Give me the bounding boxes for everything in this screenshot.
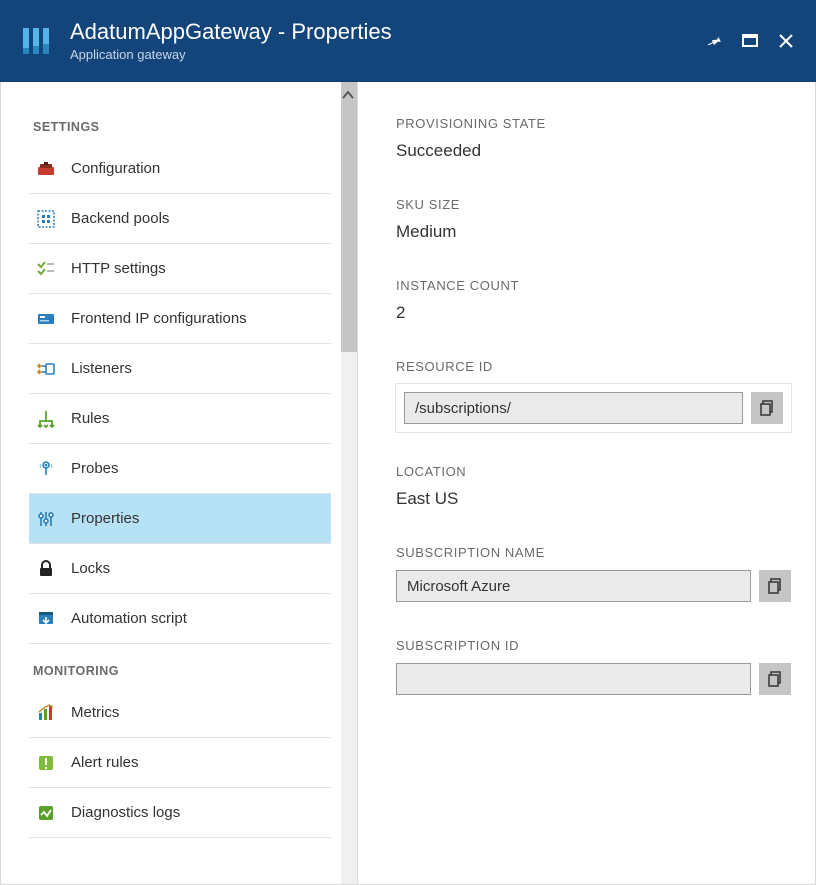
copy-resource-id-button[interactable] <box>751 392 783 424</box>
location-value: East US <box>396 489 791 509</box>
blade-header: AdatumAppGateway - Properties Applicatio… <box>0 0 816 82</box>
alert-icon <box>35 752 57 774</box>
nav-item-backend-pools[interactable]: Backend pools <box>29 194 331 244</box>
pin-button[interactable] <box>696 23 732 59</box>
nav-item-label: Alert rules <box>71 754 139 771</box>
rules-icon <box>35 408 57 430</box>
nav-item-label: Automation script <box>71 610 187 627</box>
location-label: LOCATION <box>396 464 791 479</box>
nav-item-probes[interactable]: Probes <box>29 444 331 494</box>
properties-panel: PROVISIONING STATE Succeeded SKU SIZE Me… <box>358 82 815 884</box>
probe-icon <box>35 458 57 480</box>
nav-item-label: Locks <box>71 560 110 577</box>
monitoring-heading: MONITORING <box>33 664 331 678</box>
lock-icon <box>35 558 57 580</box>
subscription-id-label: SUBSCRIPTION ID <box>396 638 791 653</box>
copy-subscription-id-button[interactable] <box>759 663 791 695</box>
close-button[interactable] <box>768 23 804 59</box>
nav-item-label: Metrics <box>71 704 119 721</box>
listener-icon <box>35 358 57 380</box>
app-gateway-icon <box>18 22 56 60</box>
nav-item-locks[interactable]: Locks <box>29 544 331 594</box>
maximize-button[interactable] <box>732 23 768 59</box>
nav-item-label: Listeners <box>71 360 132 377</box>
nav-item-label: Properties <box>71 510 139 527</box>
nav-item-label: Probes <box>71 460 119 477</box>
instance-count-value: 2 <box>396 303 791 323</box>
copy-icon <box>767 671 783 687</box>
sidebar-scrollbar-thumb[interactable] <box>341 82 357 352</box>
toolbox-icon <box>35 158 57 180</box>
close-icon <box>778 33 794 49</box>
nav-item-http-settings[interactable]: HTTP settings <box>29 244 331 294</box>
checklist-icon <box>35 258 57 280</box>
nav-item-label: Configuration <box>71 160 160 177</box>
sku-size-label: SKU SIZE <box>396 197 791 212</box>
pin-icon <box>705 32 723 50</box>
nav-item-label: Rules <box>71 410 109 427</box>
sliders-icon <box>35 508 57 530</box>
nav-item-listeners[interactable]: Listeners <box>29 344 331 394</box>
subscription-id-field[interactable] <box>396 663 751 695</box>
maximize-icon <box>742 33 758 49</box>
sku-size-value: Medium <box>396 222 791 242</box>
nav-item-automation-script[interactable]: Automation script <box>29 594 331 644</box>
nav-item-frontend-ip[interactable]: Frontend IP configurations <box>29 294 331 344</box>
nav-item-label: HTTP settings <box>71 260 166 277</box>
provisioning-state-label: PROVISIONING STATE <box>396 116 791 131</box>
diagnostics-icon <box>35 802 57 824</box>
script-download-icon <box>35 608 57 630</box>
resource-id-field[interactable] <box>404 392 743 424</box>
resource-id-label: RESOURCE ID <box>396 359 791 374</box>
subscription-name-field[interactable] <box>396 570 751 602</box>
nav-item-properties[interactable]: Properties <box>29 494 331 544</box>
nav-item-label: Backend pools <box>71 210 169 227</box>
ip-card-icon <box>35 308 57 330</box>
nav-item-rules[interactable]: Rules <box>29 394 331 444</box>
instance-count-label: INSTANCE COUNT <box>396 278 791 293</box>
provisioning-state-value: Succeeded <box>396 141 791 161</box>
bar-chart-icon <box>35 702 57 724</box>
settings-sidebar: SETTINGS Configuration Backend pools HTTP … <box>1 82 358 884</box>
nav-item-label: Diagnostics logs <box>71 804 180 821</box>
sidebar-scroll-up-button[interactable] <box>341 88 355 107</box>
sidebar-scrollbar[interactable] <box>341 82 357 884</box>
nav-item-configuration[interactable]: Configuration <box>29 144 331 194</box>
nav-item-metrics[interactable]: Metrics <box>29 688 331 738</box>
blade-title: AdatumAppGateway - Properties <box>70 19 696 45</box>
nav-item-diagnostics-logs[interactable]: Diagnostics logs <box>29 788 331 838</box>
blade-subtitle: Application gateway <box>70 47 696 62</box>
nav-item-label: Frontend IP configurations <box>71 310 247 327</box>
monitoring-list: Metrics Alert rules Diagnostics logs <box>29 688 331 838</box>
grid-icon <box>35 208 57 230</box>
settings-heading: SETTINGS <box>33 120 331 134</box>
copy-icon <box>759 400 775 416</box>
settings-list: Configuration Backend pools HTTP settings F… <box>29 144 331 644</box>
copy-icon <box>767 578 783 594</box>
nav-item-alert-rules[interactable]: Alert rules <box>29 738 331 788</box>
copy-subscription-name-button[interactable] <box>759 570 791 602</box>
chevron-up-icon <box>341 88 355 102</box>
subscription-name-label: SUBSCRIPTION NAME <box>396 545 791 560</box>
